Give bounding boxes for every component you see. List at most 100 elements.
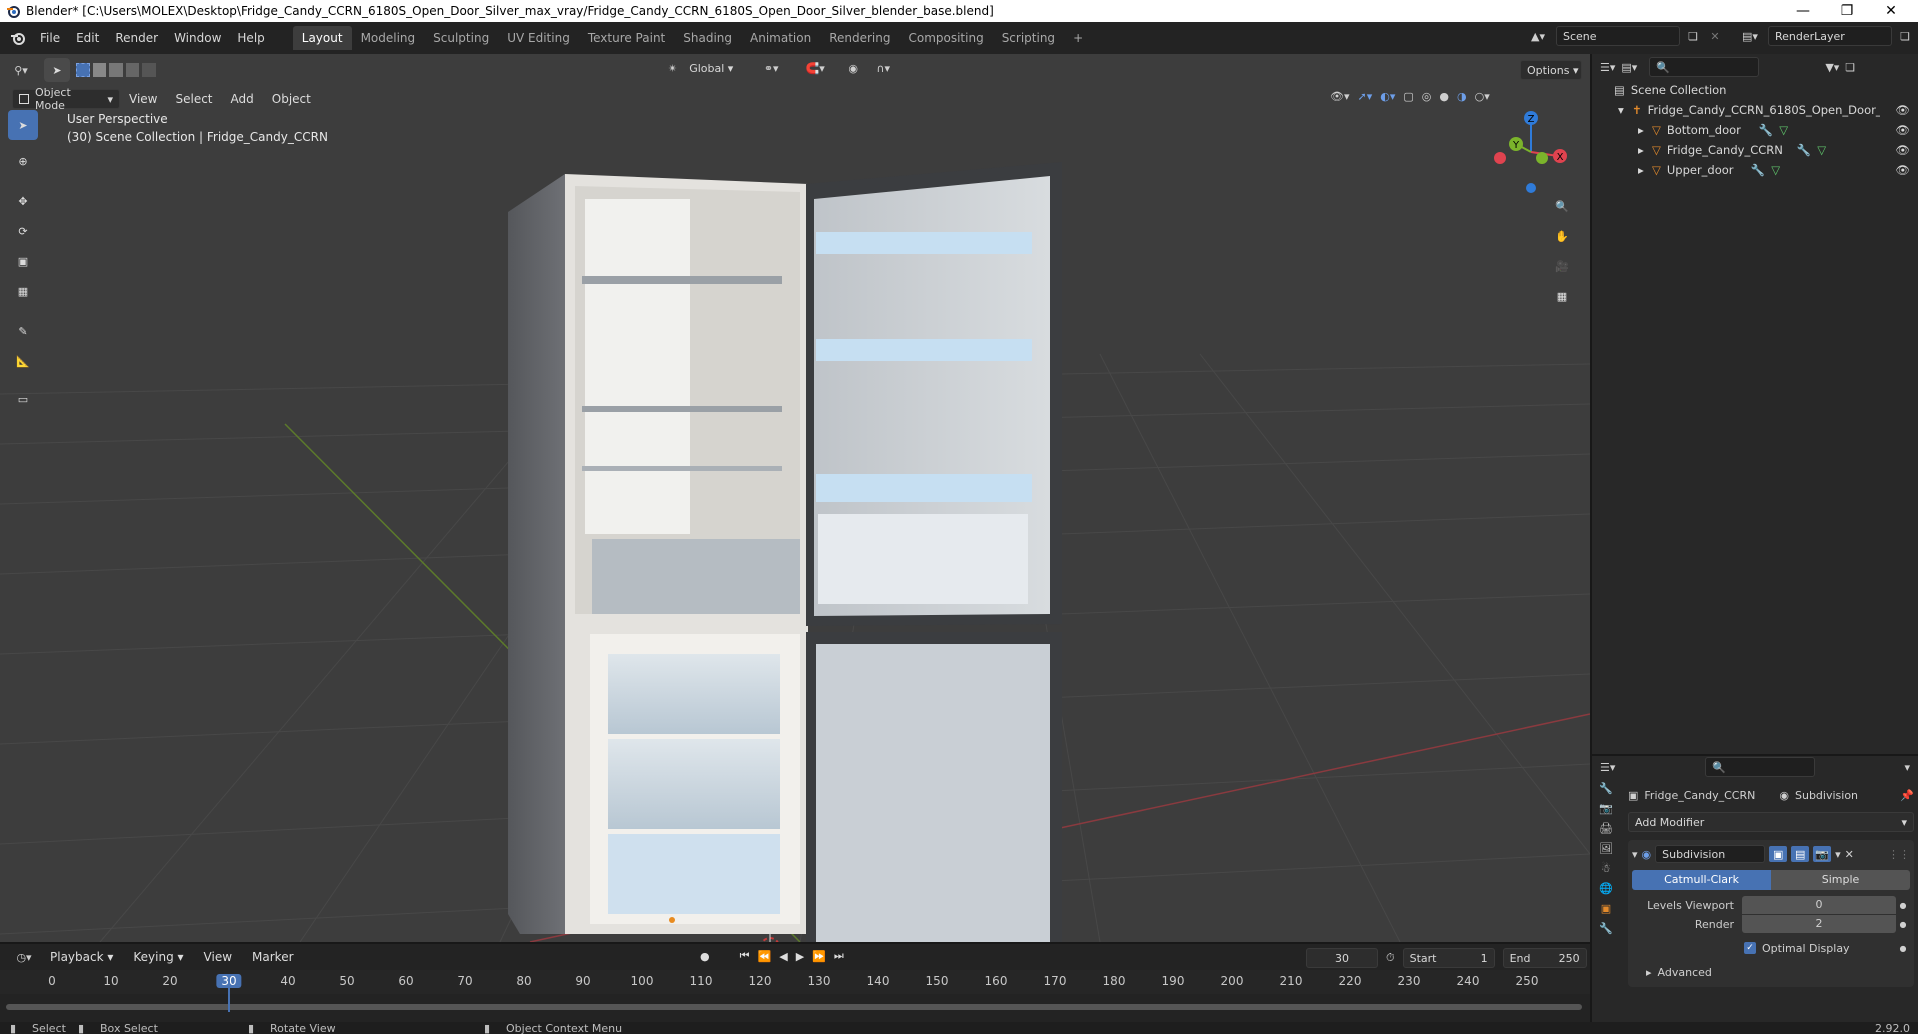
outliner-object-row[interactable]: ▸ ▽ Bottom_door 🔧 ▽ 👁: [1592, 120, 1918, 140]
view-layer-tab-icon[interactable]: 🖼: [1599, 842, 1613, 855]
renderlayer-name-field[interactable]: RenderLayer: [1768, 26, 1892, 46]
menu-window[interactable]: Window: [166, 27, 229, 49]
outliner-collection-row[interactable]: ▾ ✝ Fridge_Candy_CCRN_6180S_Open_Door_Si…: [1592, 100, 1918, 120]
jump-keyframe-forward-icon[interactable]: ⏩: [812, 950, 826, 963]
collapse-arrow-icon[interactable]: ▾: [1632, 848, 1638, 861]
timeline-editor-type-icon[interactable]: ◷▾: [10, 951, 38, 964]
visibility-eye-icon[interactable]: 👁: [1895, 143, 1910, 157]
3d-viewport[interactable]: ⚲▾ ➤ ✴ Global ▾ ⚭▾ 🧲▾ ◉ ∩▾ Options ▾ Obj…: [0, 54, 1590, 942]
start-frame-field[interactable]: Start 1: [1402, 948, 1495, 968]
selection-mode-icons[interactable]: [76, 63, 157, 77]
view-layer-selector-icon[interactable]: ▤▾: [1736, 30, 1764, 43]
jump-end-icon[interactable]: ⏭: [834, 949, 844, 963]
transform-tool-icon[interactable]: ▦: [8, 276, 38, 306]
menu-render[interactable]: Render: [107, 27, 166, 49]
keyframe-dot-icon[interactable]: ●: [1896, 944, 1910, 953]
drag-handle-icon[interactable]: ⋮⋮: [1888, 848, 1910, 861]
outliner-editor-type-icon[interactable]: ☰▾: [1600, 61, 1615, 74]
cursor-tool-icon[interactable]: ⊕: [8, 146, 38, 176]
blender-menu-icon[interactable]: [4, 30, 32, 46]
xray-icon[interactable]: ▢: [1403, 90, 1413, 103]
properties-editor-type-icon[interactable]: ☰▾: [1600, 761, 1615, 774]
levels-viewport-field[interactable]: 0: [1742, 896, 1896, 914]
menu-help[interactable]: Help: [229, 27, 272, 49]
remove-modifier-icon[interactable]: ✕: [1845, 848, 1854, 861]
new-scene-icon[interactable]: ❏: [1684, 30, 1702, 43]
navigation-gizmo[interactable]: Z Y X: [1486, 108, 1576, 198]
render-toggle-icon[interactable]: 📷: [1813, 846, 1832, 862]
outliner-object-row[interactable]: ▸ ▽ Upper_door 🔧 ▽ 👁: [1592, 160, 1918, 180]
display-mode-icon[interactable]: ▤▾: [1621, 61, 1637, 74]
timeline-menu-playback[interactable]: Playback ▾: [42, 950, 121, 964]
end-frame-field[interactable]: End 250: [1502, 948, 1587, 968]
mesh-data-icon[interactable]: ▽: [1779, 123, 1788, 137]
timeline-menu-marker[interactable]: Marker: [244, 950, 301, 964]
timeline-scrollbar[interactable]: [6, 1004, 1582, 1010]
expand-arrow-icon[interactable]: ▾: [1618, 103, 1632, 117]
move-tool-icon[interactable]: ✥: [8, 186, 38, 216]
keyframe-dot-icon[interactable]: ●: [1896, 920, 1910, 929]
visibility-eye-icon[interactable]: 👁: [1895, 163, 1910, 177]
tab-sculpting[interactable]: Sculpting: [424, 26, 498, 50]
options-dropdown[interactable]: Options ▾: [1520, 60, 1582, 80]
tab-uv-editing[interactable]: UV Editing: [498, 26, 579, 50]
visibility-eye-icon[interactable]: 👁: [1895, 123, 1910, 137]
timeline-menu-view[interactable]: View: [196, 950, 240, 964]
menu-edit[interactable]: Edit: [68, 27, 107, 49]
tab-rendering[interactable]: Rendering: [820, 26, 899, 50]
solid-shading-icon[interactable]: ●: [1439, 90, 1449, 103]
pivot-point-icon[interactable]: ⚭▾: [755, 62, 787, 75]
select-tool-icon[interactable]: ➤: [44, 58, 70, 82]
stopwatch-icon[interactable]: ⏱: [1386, 951, 1395, 965]
overlay-toggle-icon[interactable]: ◐▾: [1380, 90, 1395, 103]
camera-view-icon[interactable]: 🎥: [1548, 252, 1576, 280]
gizmo-toggle-icon[interactable]: ➚▾: [1358, 90, 1373, 103]
modifier-tab-icon[interactable]: 🔧: [1599, 922, 1613, 935]
menu-file[interactable]: File: [32, 27, 68, 49]
properties-search-input[interactable]: 🔍: [1705, 757, 1816, 777]
optimal-display-checkbox[interactable]: ✓: [1744, 942, 1756, 954]
minimize-icon[interactable]: —: [1782, 0, 1824, 22]
delete-scene-icon[interactable]: ✕: [1706, 30, 1724, 43]
add-cube-tool-icon[interactable]: ▭: [8, 384, 38, 414]
new-collection-icon[interactable]: ❏: [1845, 61, 1855, 74]
fridge-model[interactable]: [508, 162, 1062, 942]
scene-tab-icon[interactable]: ☃: [1601, 862, 1611, 875]
transform-orientation-dropdown[interactable]: Global ▾: [683, 58, 749, 78]
timeline-menu-keying[interactable]: Keying ▾: [125, 950, 191, 964]
add-workspace-icon[interactable]: +: [1064, 26, 1092, 50]
modifier-wrench-icon[interactable]: 🔧: [1797, 143, 1811, 157]
tab-modeling[interactable]: Modeling: [352, 26, 425, 50]
viewport-menu-view[interactable]: View: [120, 92, 166, 106]
modifier-menu-icon[interactable]: ▾: [1835, 848, 1841, 861]
expand-arrow-icon[interactable]: ▸: [1638, 123, 1652, 137]
play-icon[interactable]: ▶: [796, 950, 804, 963]
modifier-wrench-icon[interactable]: 🔧: [1751, 163, 1765, 177]
tab-shading[interactable]: Shading: [674, 26, 741, 50]
scene-selector-icon[interactable]: ▲▾: [1524, 30, 1552, 43]
tab-animation[interactable]: Animation: [741, 26, 820, 50]
expand-arrow-icon[interactable]: ▸: [1638, 163, 1652, 177]
jump-keyframe-back-icon[interactable]: ⏪: [758, 950, 772, 963]
measure-tool-icon[interactable]: 📐: [8, 346, 38, 376]
scene-name-field[interactable]: Scene: [1556, 26, 1680, 46]
tab-layout[interactable]: Layout: [292, 26, 352, 50]
rendered-shading-icon[interactable]: ○▾: [1475, 90, 1490, 103]
outliner-scene-collection[interactable]: ▤ Scene Collection: [1592, 80, 1918, 100]
properties-options-icon[interactable]: ▾: [1904, 761, 1910, 774]
scale-tool-icon[interactable]: ▣: [8, 246, 38, 276]
viewport-menu-select[interactable]: Select: [166, 92, 221, 106]
wireframe-shading-icon[interactable]: ◎: [1422, 90, 1432, 103]
snap-icon[interactable]: 🧲▾: [793, 62, 837, 75]
simple-button[interactable]: Simple: [1771, 870, 1910, 890]
viewport-menu-add[interactable]: Add: [222, 92, 263, 106]
object-tab-icon[interactable]: ▣: [1601, 902, 1611, 915]
render-levels-field[interactable]: 2: [1742, 915, 1896, 933]
new-layer-icon[interactable]: ❏: [1896, 30, 1914, 43]
mode-dropdown[interactable]: Object Mode ▾: [12, 86, 120, 112]
editor-type-icon[interactable]: ⚲▾: [6, 64, 36, 77]
play-reverse-icon[interactable]: ◀: [779, 950, 787, 963]
modifier-wrench-icon[interactable]: 🔧: [1759, 123, 1773, 137]
close-window-icon[interactable]: ✕: [1870, 0, 1912, 22]
viewport-menu-object[interactable]: Object: [263, 92, 320, 106]
